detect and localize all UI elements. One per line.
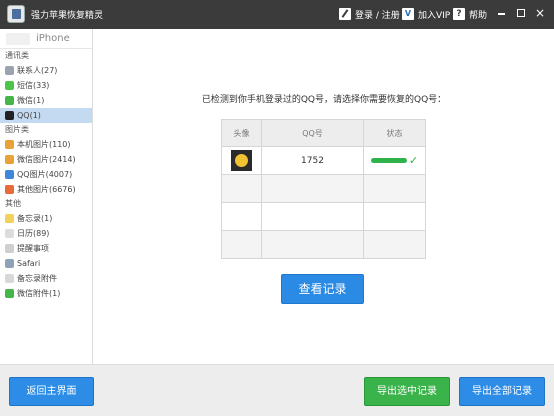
sidebar-item[interactable]: 微信图片(2414) — [0, 152, 92, 167]
sidebar-item-label: 短信(33) — [17, 81, 50, 90]
sidebar-item[interactable]: 提醒事项 — [0, 241, 92, 256]
sidebar-item[interactable]: 备忘录(1) — [0, 211, 92, 226]
safari-icon — [5, 259, 14, 268]
header-qq-number: QQ号 — [261, 119, 364, 147]
sidebar-item-label: 本机图片(110) — [17, 140, 71, 149]
sidebar-item[interactable]: 本机图片(110) — [0, 137, 92, 152]
sidebar-item-label: 联系人(27) — [17, 66, 58, 75]
qq-number-cell: 1752 — [261, 146, 364, 175]
qq-detect-prompt: 已检测到你手机登录过的QQ号，请选择你需要恢复的QQ号： — [201, 95, 447, 105]
pen-icon — [339, 8, 351, 20]
wechat-photos-icon — [5, 155, 14, 164]
sidebar-item-label: 备忘录(1) — [17, 214, 53, 223]
table-row[interactable]: 1752 ✓ — [221, 146, 426, 175]
sidebar-item[interactable]: QQ(1) — [0, 108, 92, 123]
check-icon: ✓ — [408, 154, 419, 167]
wechat-icon — [5, 96, 14, 105]
sidebar-item-label: 日历(89) — [17, 229, 50, 238]
sidebar-item-label: QQ图片(4007) — [17, 170, 73, 179]
view-records-button[interactable]: 查看记录 — [281, 274, 364, 304]
main-panel: 已检测到你手机登录过的QQ号，请选择你需要恢复的QQ号： 头像 QQ号 状态 1… — [94, 29, 554, 364]
header-status: 状态 — [363, 119, 426, 147]
notes-icon — [5, 214, 14, 223]
export-all-button[interactable]: 导出全部记录 — [459, 377, 545, 406]
other-photos-icon — [5, 185, 14, 194]
help-link[interactable]: ? 帮助 — [453, 7, 487, 21]
table-row — [221, 202, 426, 231]
export-selected-button[interactable]: 导出选中记录 — [364, 377, 450, 406]
sidebar: iPhone 通讯类联系人(27) 短信(33) 微信(1) QQ(1) 图片类本机图片… — [0, 29, 93, 364]
sidebar-item-label: 微信附件(1) — [17, 289, 61, 298]
join-vip-link[interactable]: V 加入VIP — [402, 7, 450, 21]
device-name: iPhone — [36, 33, 70, 44]
sms-icon — [5, 81, 14, 90]
sidebar-item-label: 提醒事项 — [17, 244, 49, 253]
back-to-main-button[interactable]: 返回主界面 — [9, 377, 94, 406]
app-logo-icon — [7, 5, 25, 23]
sidebar-item[interactable]: 日历(89) — [0, 226, 92, 241]
qq-account-table: 头像 QQ号 状态 1752 ✓ — [221, 119, 426, 259]
bottom-bar: 返回主界面 导出选中记录 导出全部记录 — [0, 364, 554, 416]
sidebar-item-label: 微信(1) — [17, 96, 45, 105]
login-register-label: 登录 / 注册 — [355, 10, 400, 21]
sidebar-item[interactable]: 备忘录附件 — [0, 271, 92, 286]
wechat-attachment-icon — [5, 289, 14, 298]
sidebar-item[interactable]: Safari — [0, 256, 92, 271]
status-cell: ✓ — [363, 146, 426, 175]
help-icon: ? — [453, 8, 465, 20]
app-title: 强力苹果恢复精灵 — [31, 11, 104, 21]
vip-icon: V — [402, 8, 414, 20]
device-header[interactable]: iPhone — [0, 29, 92, 49]
device-icon — [6, 33, 30, 45]
header-avatar: 头像 — [221, 119, 262, 147]
sidebar-item-label: 备忘录附件 — [17, 274, 57, 283]
sidebar-item[interactable]: 微信(1) — [0, 93, 92, 108]
title-bar: 强力苹果恢复精灵 登录 / 注册 V 加入VIP ? 帮助 × — [0, 0, 554, 29]
help-label: 帮助 — [469, 10, 488, 21]
sidebar-list: 通讯类联系人(27) 短信(33) 微信(1) QQ(1) 图片类本机图片(110) 微信… — [0, 49, 92, 301]
sidebar-item-label: Safari — [17, 259, 41, 268]
reminders-icon — [5, 244, 14, 253]
avatar-cell — [221, 146, 262, 175]
sidebar-group-label: 其他 — [5, 199, 21, 208]
table-row — [221, 230, 426, 259]
join-vip-label: 加入VIP — [418, 10, 451, 21]
sidebar-group-label: 图片类 — [5, 125, 29, 134]
maximize-button[interactable] — [514, 6, 528, 20]
sidebar-item[interactable]: 其他图片(6676) — [0, 182, 92, 197]
notes-attachment-icon — [5, 274, 14, 283]
sidebar-item[interactable]: QQ图片(4007) — [0, 167, 92, 182]
login-register-link[interactable]: 登录 / 注册 — [339, 7, 400, 21]
sidebar-item-label: QQ(1) — [17, 111, 41, 120]
table-row — [221, 174, 426, 203]
sidebar-group-label: 通讯类 — [5, 51, 29, 60]
contacts-icon — [5, 66, 14, 75]
qq-photos-icon — [5, 170, 14, 179]
qq-icon — [5, 111, 14, 120]
sidebar-item-label: 微信图片(2414) — [17, 155, 76, 164]
close-button[interactable]: × — [533, 6, 547, 20]
avatar — [231, 150, 252, 171]
sidebar-item[interactable]: 微信附件(1) — [0, 286, 92, 301]
status-progress-bar — [370, 158, 407, 163]
photos-icon — [5, 140, 14, 149]
minimize-button[interactable] — [495, 6, 509, 20]
sidebar-item[interactable]: 联系人(27) — [0, 63, 92, 78]
calendar-icon — [5, 229, 14, 238]
sidebar-item[interactable]: 短信(33) — [0, 78, 92, 93]
sidebar-item-label: 其他图片(6676) — [17, 185, 76, 194]
